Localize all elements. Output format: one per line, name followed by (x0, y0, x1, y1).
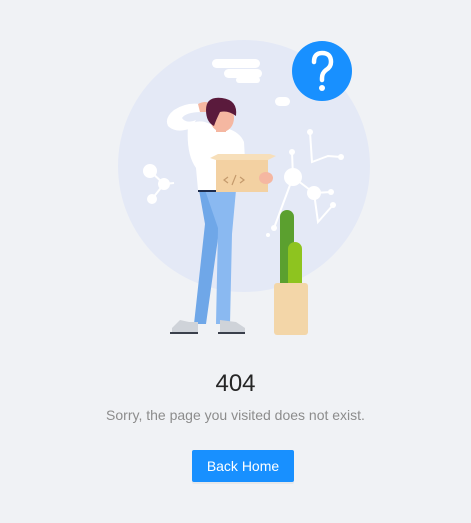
error-description: Sorry, the page you visited does not exi… (106, 407, 365, 423)
question-mark-icon (292, 41, 352, 101)
back-home-button[interactable]: Back Home (192, 450, 294, 482)
not-found-page: 404 Sorry, the page you visited does not… (0, 0, 471, 523)
not-found-illustration (118, 40, 370, 335)
error-code-title: 404 (215, 370, 256, 397)
